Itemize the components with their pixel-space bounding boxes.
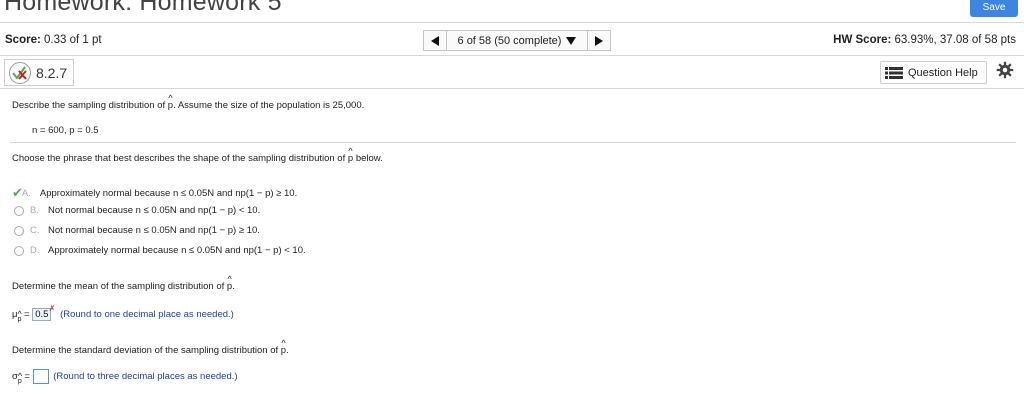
radio-button[interactable] xyxy=(14,225,24,236)
question-number-box: 8.2.7 xyxy=(4,59,74,86)
question-help-label: Question Help xyxy=(908,66,978,79)
sd-answer-row: σp = (Round to three decimal places as n… xyxy=(12,369,238,385)
p-hat-symbol: p xyxy=(281,338,287,356)
choice-c[interactable]: C. Not normal because n ≤ 0.05N and np(1… xyxy=(14,225,260,236)
choice-text: Not normal because n ≤ 0.05N and np(1 − … xyxy=(48,225,260,236)
question-progress: 6 of 58 (50 complete) xyxy=(457,34,562,47)
choose-prompt: Choose the phrase that best describes th… xyxy=(12,146,383,164)
radio-button[interactable] xyxy=(14,245,24,256)
choice-d[interactable]: D. Approximately normal because n ≤ 0.05… xyxy=(14,245,306,256)
sd-answer-field[interactable] xyxy=(32,369,49,384)
triangle-left-icon xyxy=(431,35,439,46)
incorrect-mark-icon: ✗ xyxy=(48,304,56,313)
question-help-button[interactable]: Question Help xyxy=(880,61,987,84)
question-select-dropdown[interactable]: 6 of 58 (50 complete) xyxy=(447,30,587,51)
prompt-text: Describe the sampling distribution of xyxy=(12,100,166,111)
question-navigator: 6 of 58 (50 complete) xyxy=(423,30,611,51)
partial-credit-icon xyxy=(9,61,31,84)
choice-letter: C. xyxy=(30,225,40,236)
p-hat-symbol: p xyxy=(348,146,354,164)
triangle-down-icon xyxy=(566,36,577,45)
triangle-right-icon xyxy=(595,35,603,46)
mean-prompt: Determine the mean of the sampling distr… xyxy=(12,274,235,292)
p-hat-symbol: p xyxy=(168,93,174,111)
choice-b[interactable]: B. Not normal because n ≤ 0.05N and np(1… xyxy=(14,205,260,216)
sd-prompt-text: Determine the standard deviation of the … xyxy=(12,345,279,356)
hw-score-value: 63.93%, 37.08 of 58 pts xyxy=(894,34,1016,46)
mean-answer-row: μp = 0.5✗ (Round to one decimal place as… xyxy=(12,304,234,323)
score-label: Score: xyxy=(5,34,41,46)
choose-tail: below. xyxy=(355,153,383,164)
score-display: Score: 0.33 of 1 pt xyxy=(5,34,102,46)
question-prompt: Describe the sampling distribution of p.… xyxy=(12,93,365,111)
divider xyxy=(10,142,1016,143)
mean-answer-field[interactable]: 0.5 ✗ xyxy=(32,304,55,321)
mu-symbol: μp xyxy=(12,309,21,323)
next-question-button[interactable] xyxy=(587,30,611,51)
choice-letter: A. xyxy=(21,187,31,199)
divider xyxy=(0,55,1024,56)
question-number: 8.2.7 xyxy=(36,64,68,81)
sigma-symbol: σp xyxy=(12,371,22,385)
mean-hint: (Round to one decimal place as needed.) xyxy=(60,309,234,320)
choice-text: Approximately normal because n ≤ 0.05N a… xyxy=(48,245,306,256)
divider xyxy=(0,22,1024,23)
choice-text: Not normal because n ≤ 0.05N and np(1 − … xyxy=(48,205,261,216)
mean-prompt-text: Determine the mean of the sampling distr… xyxy=(12,281,225,292)
question-parameters: n = 600, p = 0.5 xyxy=(32,125,99,136)
divider xyxy=(0,88,1024,89)
settings-button[interactable] xyxy=(996,61,1016,81)
score-value: 0.33 of 1 pt xyxy=(44,34,102,46)
choice-a[interactable]: ✔ A. Approximately normal because n ≤ 0.… xyxy=(12,185,298,201)
prev-question-button[interactable] xyxy=(423,30,447,51)
sd-prompt: Determine the standard deviation of the … xyxy=(12,338,289,356)
page-title: Homework: Homework 5 xyxy=(4,0,282,16)
list-icon xyxy=(885,66,903,79)
choose-text: Choose the phrase that best describes th… xyxy=(12,153,346,164)
sd-hint: (Round to three decimal places as needed… xyxy=(53,371,238,383)
hw-score-display: HW Score: 63.93%, 37.08 of 58 pts xyxy=(833,34,1016,46)
gear-icon xyxy=(996,61,1014,79)
hw-score-label: HW Score: xyxy=(833,34,892,46)
save-button[interactable]: Save xyxy=(970,0,1018,17)
choice-text: Approximately normal because n ≤ 0.05N a… xyxy=(39,187,298,199)
radio-button[interactable] xyxy=(14,205,24,216)
prompt-tail: . Assume the size of the population is 2… xyxy=(173,100,365,111)
check-icon: ✔ xyxy=(12,185,23,200)
choice-letter: B. xyxy=(30,205,39,216)
choice-letter: D. xyxy=(30,245,40,256)
p-hat-symbol: p xyxy=(227,274,233,292)
